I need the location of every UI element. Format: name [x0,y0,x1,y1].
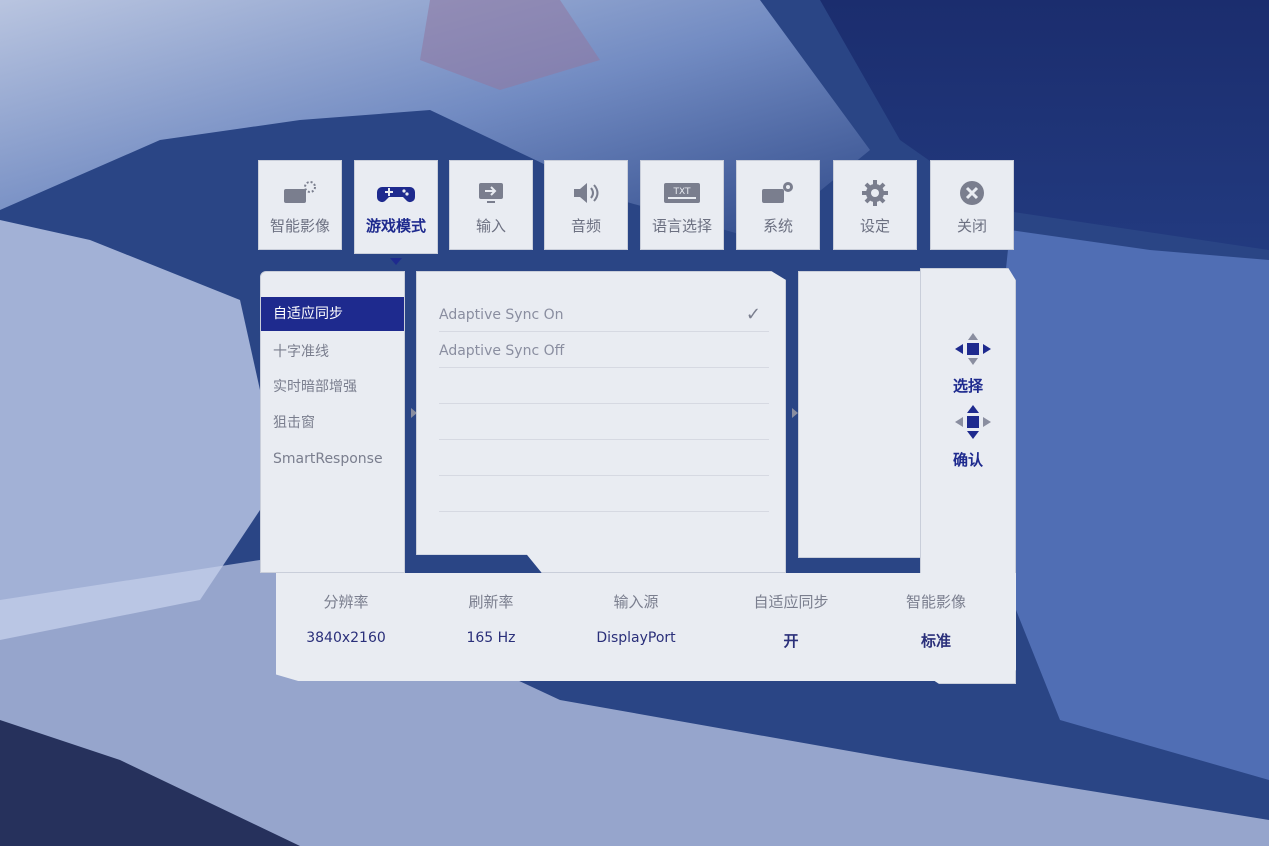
submenu-item-crosshair[interactable]: 十字准线 [261,335,404,369]
info-header: 输入源 [613,593,659,611]
info-resolution: 分辨率 3840x2160 [276,591,416,646]
info-smart-image: 智能影像 标准 [866,591,1006,651]
info-header: 刷新率 [468,593,514,611]
tab-label: 语言选择 [651,217,712,235]
submenu-panel: 自适应同步 十字准线 实时暗部增强 狙击窗 SmartResponse [260,271,405,573]
tab-smart-image[interactable]: 智能影像 [258,160,342,250]
tab-settings[interactable]: 设定 [833,160,917,250]
info-input-source: 输入源 DisplayPort [566,591,706,646]
tab-label: 关闭 [956,217,987,235]
option-empty-row [439,443,769,476]
tab-language[interactable]: TXT 语言选择 [640,160,724,250]
submenu-item-sniper-window[interactable]: 狙击窗 [261,406,404,440]
tab-close[interactable]: 关闭 [930,160,1014,250]
svg-text:TXT: TXT [672,187,691,197]
submenu-item-smartresponse[interactable]: SmartResponse [261,442,404,476]
tab-label: 游戏模式 [365,217,426,235]
option-adaptive-sync-off[interactable]: Adaptive Sync Off [439,335,769,368]
option-empty-row [439,407,769,440]
speaker-icon [574,183,599,203]
info-value: DisplayPort [596,630,676,646]
option-adaptive-sync-on[interactable]: Adaptive Sync On ✓ [439,299,769,332]
option-empty-row [439,479,769,512]
checkmark-icon: ✓ [745,304,761,325]
detail-panel [798,271,930,558]
info-adaptive-sync: 自适应同步 开 [721,591,861,651]
info-value: 3840x2160 [306,630,386,646]
info-value: 开 [783,632,799,650]
system-icon [762,182,793,203]
submenu-item-shadow-boost[interactable]: 实时暗部增强 [261,370,404,404]
dpad-up-down-icon [955,405,991,439]
info-refresh-rate: 刷新率 165 Hz [421,591,561,646]
info-header: 分辨率 [323,593,369,611]
chevron-down-icon [390,258,402,265]
options-panel: Adaptive Sync On ✓ Adaptive Sync Off [416,271,786,573]
tab-label: 输入 [475,217,506,235]
info-header: 自适应同步 [753,593,829,611]
info-value: 165 Hz [466,630,516,646]
info-value: 标准 [920,632,951,650]
tab-audio[interactable]: 音频 [544,160,628,250]
option-label: Adaptive Sync On [439,307,564,323]
submenu-item-adaptive-sync[interactable]: 自适应同步 [261,297,404,331]
tab-label: 音频 [570,217,601,235]
status-info-panel: 分辨率 3840x2160 刷新率 165 Hz 输入源 DisplayPort… [276,573,1016,681]
tab-system[interactable]: 系统 [736,160,820,250]
input-icon [479,183,503,203]
tab-label: 设定 [859,217,890,235]
close-icon [960,181,984,205]
gear-icon [862,180,888,206]
smart-image-icon [284,181,316,203]
gamepad-icon [377,187,415,202]
confirm-label: 确认 [952,451,983,469]
osd-menu: 智能影像 游戏模式 输入 音频 TXT 语言选择 系统 设定 关闭 自适应同步 … [0,0,1269,846]
tab-label: 系统 [762,217,793,235]
tab-input[interactable]: 输入 [449,160,533,250]
tab-label: 智能影像 [269,217,330,235]
option-empty-row [439,371,769,404]
dpad-left-right-icon [955,333,991,365]
select-label: 选择 [952,377,983,395]
info-header: 智能影像 [905,593,966,611]
tab-game-mode[interactable]: 游戏模式 [354,160,438,265]
language-txt-icon: TXT [664,183,700,203]
option-label: Adaptive Sync Off [439,343,565,359]
